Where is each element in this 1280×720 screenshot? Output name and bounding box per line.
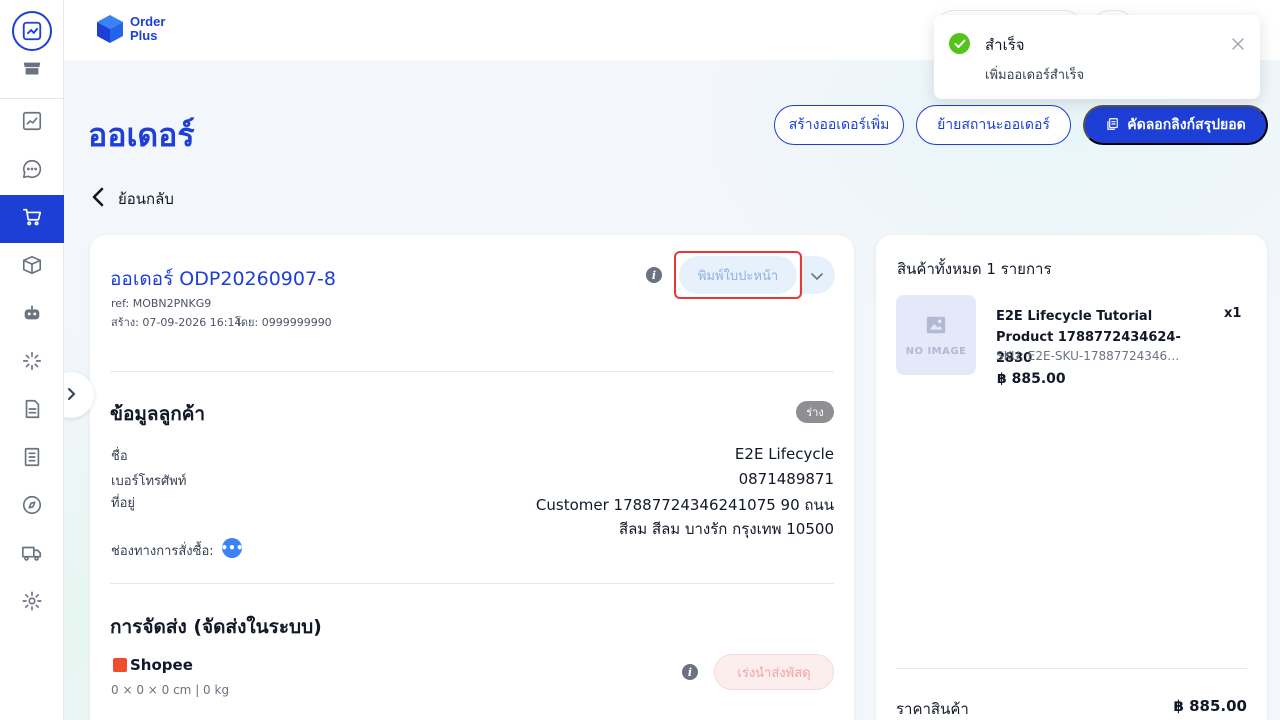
order-ref: ref: MOBN2PNKG9 bbox=[111, 297, 212, 310]
back-link[interactable]: ย้อนกลับ bbox=[92, 187, 174, 211]
back-label: ย้อนกลับ bbox=[118, 190, 174, 208]
print-label-button[interactable]: พิมพ์ใบปะหน้า bbox=[674, 251, 802, 299]
sidebar-item-documents[interactable] bbox=[0, 387, 64, 435]
channel-more-icon[interactable]: ••• bbox=[221, 538, 244, 558]
sidebar bbox=[0, 0, 64, 720]
close-icon[interactable] bbox=[1232, 35, 1246, 50]
shopee-logo-icon bbox=[113, 658, 127, 672]
print-label-text: พิมพ์ใบปะหน้า bbox=[679, 256, 797, 294]
product-price: ฿ 885.00 bbox=[997, 371, 1066, 387]
copy-summary-link-button[interactable]: คัดลอกลิงก์สรุปยอด bbox=[1083, 105, 1268, 145]
divider bbox=[110, 583, 834, 584]
check-circle-icon bbox=[949, 33, 970, 54]
document-icon bbox=[21, 398, 43, 424]
sidebar-item-products[interactable] bbox=[0, 243, 64, 291]
sidebar-item-dashboard[interactable] bbox=[0, 99, 64, 147]
customer-section-title: ข้อมูลลูกค้า bbox=[110, 403, 206, 425]
truck-icon bbox=[21, 542, 43, 568]
request-pickup-button[interactable]: เร่งนำส่งพัสดุ bbox=[714, 654, 834, 690]
copy-icon bbox=[1105, 117, 1119, 134]
order-created: สร้าง: 07-09-2026 16:14 bbox=[111, 316, 242, 329]
product-image-placeholder: NO IMAGE bbox=[896, 295, 976, 375]
no-image-label: NO IMAGE bbox=[905, 345, 967, 357]
brand-line1: Order bbox=[130, 14, 166, 29]
subtotal-value: ฿ 885.00 bbox=[1173, 697, 1247, 715]
info-icon[interactable]: i bbox=[646, 267, 662, 283]
divider bbox=[896, 668, 1247, 669]
customer-name-value: E2E Lifecycle bbox=[734, 445, 834, 463]
divider bbox=[110, 371, 834, 372]
list-icon bbox=[21, 446, 43, 472]
product-count-header: สินค้าทั้งหมด 1 รายการ bbox=[897, 260, 1052, 278]
shipping-section-title: การจัดส่ง (จัดส่งในระบบ) bbox=[110, 616, 322, 638]
chevron-right-icon bbox=[66, 386, 76, 405]
brand-logo[interactable]: Order Plus bbox=[96, 14, 165, 44]
toast-title: สำเร็จ bbox=[985, 36, 1025, 54]
success-toast: สำเร็จ เพิ่มออเดอร์สำเร็จ bbox=[934, 15, 1260, 99]
customer-name-label: ชื่อ bbox=[111, 449, 128, 464]
customer-address-line1: Customer 17887724346241075 90 ถนน bbox=[535, 496, 834, 514]
customer-address-line2: สีลม สีลม บางรัก กรุงเทพ 10500 bbox=[618, 520, 834, 538]
chevron-down-icon bbox=[811, 266, 823, 285]
customer-phone-value: 0871489871 bbox=[738, 470, 834, 488]
sidebar-item-orders[interactable] bbox=[0, 195, 64, 243]
copy-summary-link-label: คัดลอกลิงก์สรุปยอด bbox=[1127, 116, 1246, 132]
package-dimensions: 0 × 0 × 0 cm | 0 kg bbox=[111, 683, 230, 697]
chat-icon bbox=[21, 158, 43, 184]
sidebar-item-reports[interactable] bbox=[0, 435, 64, 483]
product-sku: SKU: E2E-SKU-1788772434624-2830 bbox=[996, 349, 1186, 363]
customer-phone-label: เบอร์โทรศัพท์ bbox=[111, 474, 187, 489]
order-channel-label: ช่องทางการสั่งซื้อ: bbox=[111, 544, 214, 559]
move-status-button[interactable]: ย้ายสถานะออเดอร์ bbox=[916, 105, 1071, 145]
chevron-left-icon bbox=[92, 187, 104, 211]
order-number: ออเดอร์ ODP20260907-8 bbox=[110, 268, 337, 290]
gear-icon bbox=[21, 590, 43, 616]
sparkle-icon bbox=[21, 350, 43, 376]
sidebar-item-chat[interactable] bbox=[0, 147, 64, 195]
brand-cube-icon bbox=[97, 15, 123, 43]
robot-icon bbox=[21, 302, 43, 328]
sidebar-item-settings[interactable] bbox=[0, 579, 64, 627]
sidebar-item-bot[interactable] bbox=[0, 291, 64, 339]
box-icon bbox=[21, 254, 43, 280]
order-created-by: โดย: 0999999990 bbox=[235, 316, 332, 329]
subtotal-label: ราคาสินค้า bbox=[896, 700, 969, 718]
chart-icon bbox=[21, 110, 43, 136]
sidebar-item-explore[interactable] bbox=[0, 483, 64, 531]
toast-message: เพิ่มออเดอร์สำเร็จ bbox=[985, 68, 1085, 83]
page-title: ออเดอร์ bbox=[88, 116, 195, 154]
print-options-dropdown[interactable] bbox=[799, 256, 835, 294]
order-detail-card: ออเดอร์ ODP20260907-8 ref: MOBN2PNKG9 สร… bbox=[90, 235, 854, 720]
brand-line2: Plus bbox=[130, 28, 158, 43]
brand-name: Order Plus bbox=[130, 15, 165, 43]
product-summary-card: สินค้าทั้งหมด 1 รายการ NO IMAGE E2E Life… bbox=[876, 235, 1267, 720]
shipping-info-icon[interactable]: i bbox=[682, 664, 698, 680]
sidebar-item-ai[interactable] bbox=[0, 339, 64, 387]
status-badge: ร่าง bbox=[796, 401, 834, 423]
compass-icon bbox=[21, 494, 43, 520]
cart-icon bbox=[21, 206, 43, 232]
image-icon bbox=[925, 314, 947, 340]
app-logo-icon[interactable] bbox=[12, 11, 52, 51]
sidebar-item-store[interactable] bbox=[0, 47, 64, 95]
carrier-name: Shopee bbox=[130, 656, 193, 674]
store-icon bbox=[21, 58, 43, 84]
sidebar-item-shipping[interactable] bbox=[0, 531, 64, 579]
product-quantity: x1 bbox=[1224, 306, 1242, 321]
customer-address-label: ที่อยู่ bbox=[111, 496, 135, 511]
create-order-button[interactable]: สร้างออเดอร์เพิ่ม bbox=[774, 105, 904, 145]
